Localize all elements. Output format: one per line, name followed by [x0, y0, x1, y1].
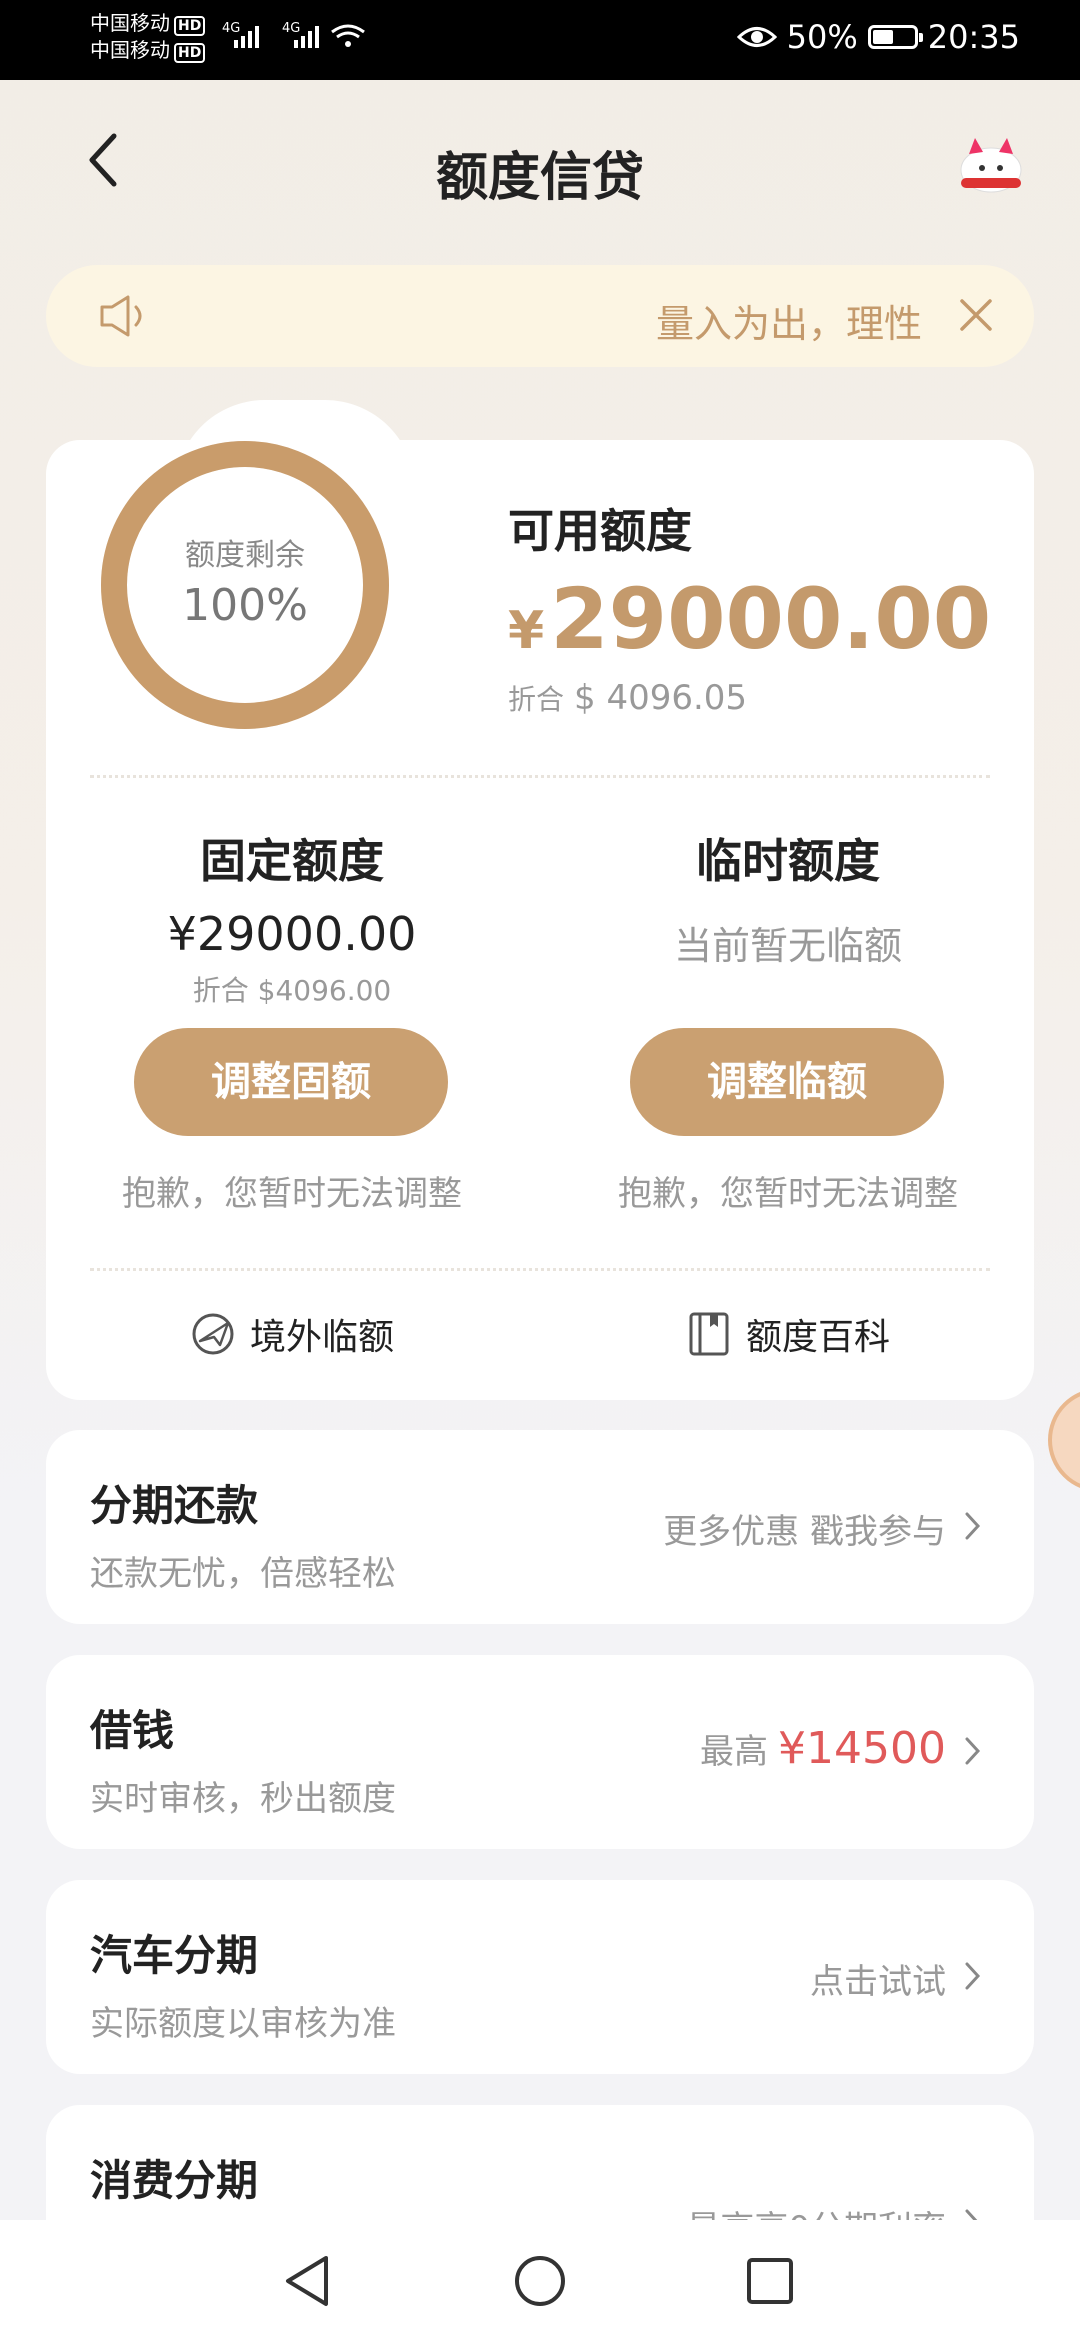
converted-prefix: 折合 — [508, 683, 565, 716]
network-type: 4G — [282, 21, 300, 36]
carrier-2: 中国移动 — [90, 38, 170, 62]
temporary-empty: 当前暂无临额 — [673, 924, 902, 968]
hd-badge: HD — [174, 43, 206, 63]
adjust-temporary-button[interactable]: 调整临额 — [630, 1028, 944, 1136]
list-item-installment[interactable]: 分期还款 还款无忧，倍感轻松 更多优惠 戳我参与 — [46, 1430, 1034, 1624]
ring-label: 额度剩余 — [185, 538, 305, 573]
fixed-title: 固定额度 — [200, 834, 384, 888]
row-action-text: 最高 ¥14500 — [700, 1723, 946, 1774]
chevron-right-icon — [965, 1737, 981, 1765]
signal-icon: 4G 4G — [222, 21, 365, 48]
temporary-note: 抱歉，您暂时无法调整 — [618, 1174, 958, 1214]
available-label: 可用额度 — [508, 504, 692, 558]
overseas-label: 境外临额 — [250, 1317, 395, 1358]
row-title: 借钱 — [90, 1706, 175, 1755]
signal-icons: 4G 4G — [222, 20, 382, 66]
fixed-amount: ¥29000.00 — [167, 907, 417, 961]
carrier-1: 中国移动 — [90, 11, 170, 35]
divider — [90, 775, 990, 778]
status-bar: 中国移动 HD 中国移动 HD 4G 4G 50% 20:35 — [0, 0, 1080, 80]
row-subtitle: 还款无忧，倍感轻松 — [90, 1554, 396, 1594]
row-subtitle: 实际额度以审核为准 — [90, 2004, 396, 2044]
max-amount: ¥14500 — [778, 1723, 946, 1774]
clock: 20:35 — [927, 18, 1020, 56]
currency-symbol: ¥ — [508, 601, 545, 661]
system-nav-bar — [0, 2220, 1080, 2340]
mascot-avatar[interactable] — [955, 128, 1027, 200]
hd-badge: HD — [174, 16, 206, 36]
speaker-icon — [100, 295, 142, 337]
chevron-right-icon — [965, 1962, 981, 1990]
nav-back-icon[interactable] — [282, 2254, 332, 2308]
notice-bar[interactable]: 量入为出，理性 — [46, 265, 1034, 367]
row-title: 消费分期 — [90, 2156, 259, 2205]
available-converted: 折合 $ 4096.05 — [508, 678, 747, 718]
row-action-text: 点击试试 — [810, 1962, 946, 2002]
battery-percent: 50% — [786, 18, 858, 56]
converted-value: $ 4096.05 — [574, 678, 748, 718]
row-title: 汽车分期 — [90, 1931, 259, 1980]
carrier-info: 中国移动 HD 中国移动 HD — [90, 10, 206, 64]
max-prefix: 最高 — [700, 1732, 769, 1772]
list-item-borrow[interactable]: 借钱 实时审核，秒出额度 最高 ¥14500 — [46, 1655, 1034, 1849]
close-icon[interactable] — [956, 295, 996, 335]
notice-text: 量入为出，理性 — [655, 302, 922, 346]
fixed-note: 抱歉，您暂时无法调整 — [122, 1174, 462, 1214]
divider — [90, 1268, 990, 1271]
list-item-car-installment[interactable]: 汽车分期 实际额度以审核为准 点击试试 — [46, 1880, 1034, 2074]
row-action-text: 更多优惠 戳我参与 — [663, 1512, 946, 1552]
promo-badge-icon[interactable] — [1040, 1380, 1080, 1540]
mascot-icon — [960, 138, 1022, 193]
header: 额度信贷 — [0, 80, 1080, 250]
page-title: 额度信贷 — [435, 148, 644, 208]
book-icon — [689, 1312, 729, 1356]
row-title: 分期还款 — [90, 1481, 259, 1530]
overseas-link[interactable]: 境外临额 — [190, 1308, 394, 1360]
plane-icon — [192, 1313, 234, 1355]
nav-recents-icon[interactable] — [745, 2256, 795, 2306]
chevron-right-icon — [965, 1512, 981, 1540]
available-amount-value: 29000.00 — [550, 570, 992, 668]
eye-icon — [736, 27, 777, 47]
adjust-fixed-button[interactable]: 调整固额 — [134, 1028, 448, 1136]
status-right: 50% 20:35 — [736, 18, 1020, 56]
nav-home-icon[interactable] — [513, 2254, 567, 2308]
fixed-quota: 固定额度 ¥29000.00 折合 $4096.00 — [72, 825, 512, 1009]
ring-value: 100% — [182, 580, 308, 631]
available-amount: ¥29000.00 — [508, 570, 991, 668]
network-type: 4G — [222, 21, 240, 36]
temporary-quota: 临时额度 当前暂无临额 — [568, 825, 1008, 970]
temporary-title: 临时额度 — [696, 834, 880, 888]
row-subtitle: 实时审核，秒出额度 — [90, 1779, 396, 1819]
battery-icon — [867, 25, 923, 49]
fixed-converted: 折合 $4096.00 — [192, 974, 392, 1007]
wiki-link[interactable]: 额度百科 — [686, 1308, 890, 1360]
wiki-label: 额度百科 — [746, 1317, 891, 1358]
